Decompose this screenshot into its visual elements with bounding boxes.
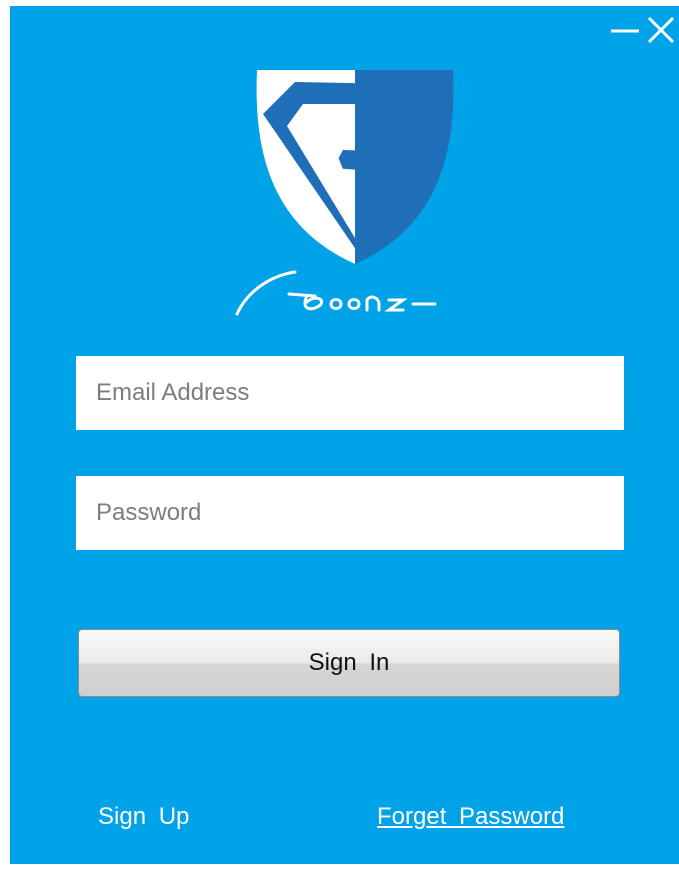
email-field[interactable] — [76, 356, 624, 430]
close-button[interactable] — [643, 12, 679, 48]
forget-password-link[interactable]: Forget Password — [377, 803, 564, 831]
login-window: Sign In Sign Up Forget Password — [10, 6, 679, 864]
minimize-icon — [611, 29, 639, 33]
password-field[interactable] — [76, 476, 624, 550]
shield-g-logo-icon — [235, 70, 454, 316]
minimize-button[interactable] — [607, 12, 643, 48]
window-controls — [607, 12, 679, 48]
logo-signature — [235, 270, 437, 316]
sign-up-link[interactable]: Sign Up — [98, 803, 189, 831]
close-icon — [647, 16, 675, 44]
sign-in-button[interactable]: Sign In — [78, 629, 620, 697]
